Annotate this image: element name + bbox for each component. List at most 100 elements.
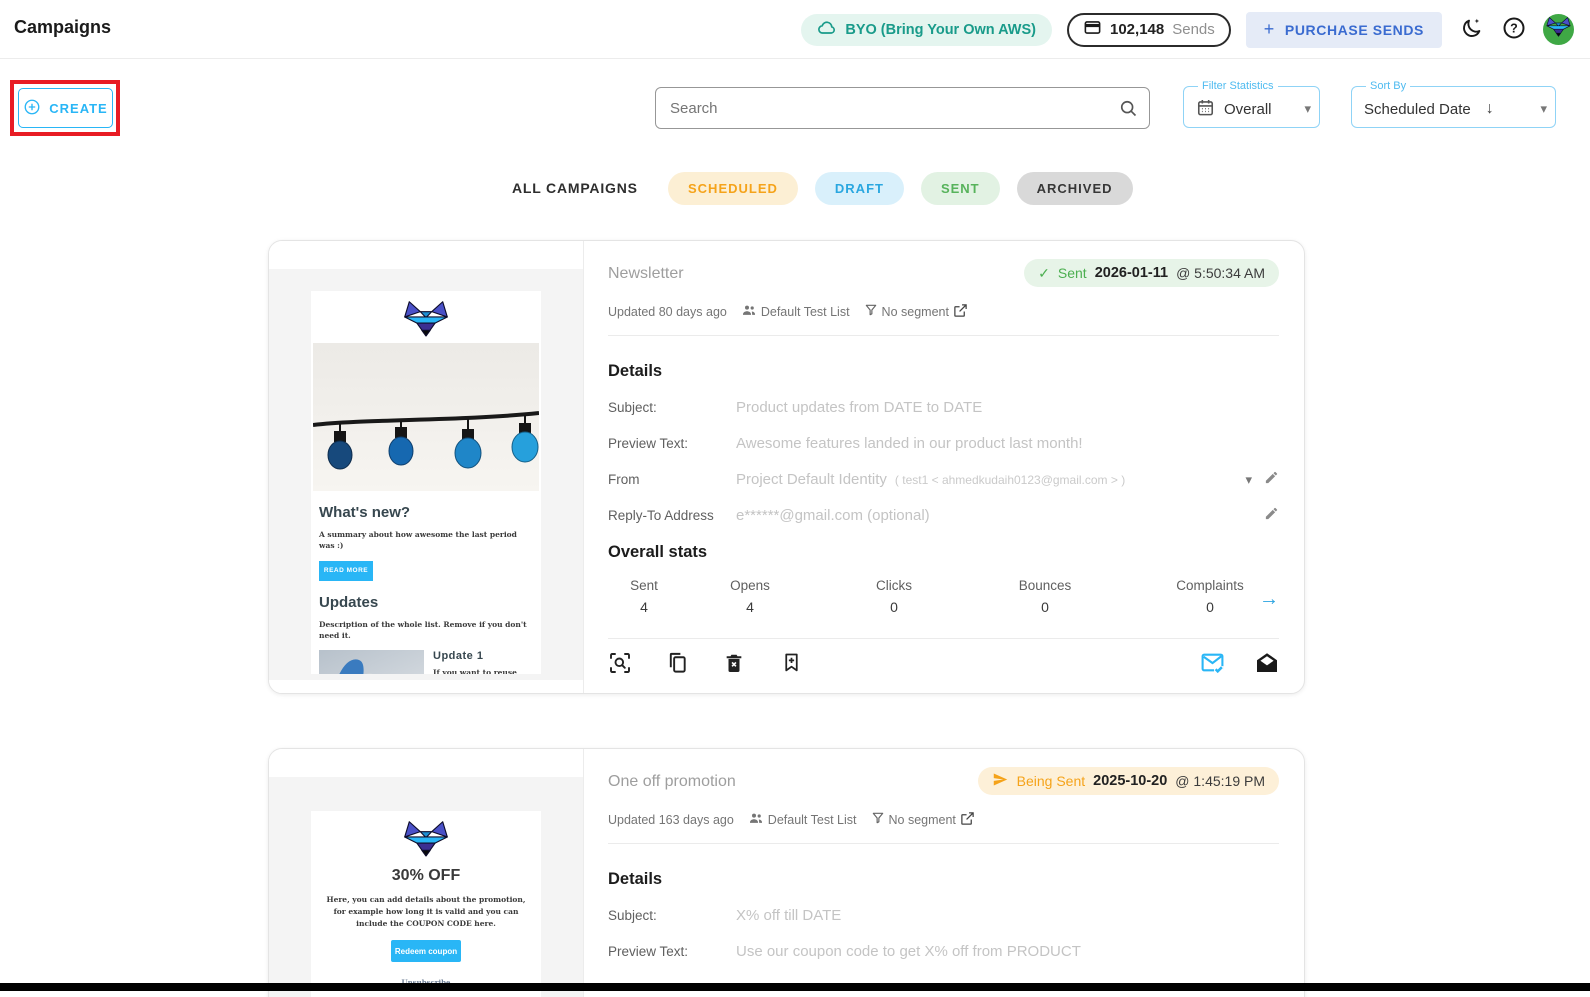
filter-statistics-value: Overall bbox=[1224, 100, 1272, 118]
opened-mail-button[interactable] bbox=[1255, 652, 1279, 676]
email-text: Here, you can add details about the prom… bbox=[326, 895, 526, 928]
create-button[interactable]: CREATE bbox=[18, 88, 113, 128]
purchase-sends-button[interactable]: + PURCHASE SENDS bbox=[1245, 11, 1442, 48]
sort-by-value: Scheduled Date bbox=[1364, 100, 1471, 118]
stat-label: Clicks bbox=[876, 578, 912, 593]
arrow-down-icon[interactable]: ↓ bbox=[1486, 100, 1494, 118]
email-thumbnail-pane[interactable]: What's new? A summary about how awesome … bbox=[269, 241, 584, 693]
user-avatar[interactable] bbox=[1543, 14, 1574, 45]
subject-value[interactable]: X% off till DATE bbox=[736, 907, 841, 924]
stat-label: Opens bbox=[730, 578, 770, 593]
header-right-group: BYO (Bring Your Own AWS) 102,148 Sends +… bbox=[801, 0, 1574, 59]
purchase-sends-label: PURCHASE SENDS bbox=[1284, 21, 1424, 38]
edit-pencil-icon[interactable] bbox=[1264, 470, 1279, 490]
campaign-details-pane: One off promotion Being Sent 2025-10-20 … bbox=[585, 749, 1304, 997]
segment-name: No segment bbox=[888, 812, 956, 827]
replyto-value[interactable]: e******@gmail.com (optional) bbox=[736, 507, 930, 524]
email-text: Description of the whole list. Remove if… bbox=[319, 619, 527, 640]
credit-card-icon bbox=[1083, 18, 1102, 42]
app-header: Campaigns BYO (Bring Your Own AWS) 102,1… bbox=[0, 0, 1590, 59]
filter-statistics-select[interactable]: Filter Statistics Overall ▾ bbox=[1183, 80, 1320, 128]
stat-label: Bounces bbox=[1018, 578, 1072, 593]
campaign-meta-row: Updated 163 days ago Default Test List N… bbox=[608, 810, 1279, 829]
update-photo bbox=[319, 650, 424, 674]
tab-draft[interactable]: DRAFT bbox=[814, 172, 904, 205]
tab-sent[interactable]: SENT bbox=[920, 172, 1000, 205]
updated-text: Updated 80 days ago bbox=[608, 304, 727, 319]
save-as-template-button[interactable] bbox=[779, 652, 803, 676]
preview-text-value[interactable]: Use our coupon code to get X% off from P… bbox=[736, 943, 1081, 960]
from-label: From bbox=[608, 472, 640, 487]
chevron-down-icon: ▾ bbox=[1540, 101, 1547, 116]
edit-pencil-icon[interactable] bbox=[1264, 506, 1279, 526]
search-input[interactable] bbox=[655, 87, 1150, 129]
funnel-icon bbox=[871, 811, 885, 828]
email-heading: Updates bbox=[319, 593, 379, 611]
subject-value[interactable]: Product updates from DATE to DATE bbox=[736, 399, 982, 416]
segment-name: No segment bbox=[881, 304, 949, 319]
redeem-coupon-button: Redeem coupon bbox=[391, 940, 461, 962]
duplicate-campaign-button[interactable] bbox=[665, 652, 689, 676]
email-thumbnail-pane[interactable]: 30% OFF Here, you can add details about … bbox=[269, 749, 584, 997]
delete-campaign-button[interactable] bbox=[722, 652, 746, 676]
email-update-text: If you want to reuse this whole item, el… bbox=[433, 668, 517, 674]
sends-count: 102,148 bbox=[1110, 21, 1165, 38]
from-address-value: ( test1 < ahmedkudaih0123@gmail.com > ) bbox=[894, 472, 1126, 487]
subject-label: Subject: bbox=[608, 400, 657, 415]
status-badge: Being Sent 2025-10-20 @ 1:45:19 PM bbox=[977, 767, 1279, 795]
sends-count-label: Sends bbox=[1172, 21, 1215, 38]
dark-mode-toggle[interactable] bbox=[1457, 16, 1485, 44]
updated-text: Updated 163 days ago bbox=[608, 812, 734, 827]
fox-logo-icon bbox=[1546, 16, 1571, 43]
byo-badge: BYO (Bring Your Own AWS) bbox=[801, 13, 1052, 46]
campaign-title: One off promotion bbox=[608, 773, 736, 790]
preview-text-label: Preview Text: bbox=[608, 944, 689, 959]
preview-text-label: Preview Text: bbox=[608, 436, 689, 451]
email-update-heading: Update 1 bbox=[433, 650, 484, 662]
email-preview-promotion: 30% OFF Here, you can add details about … bbox=[311, 811, 541, 997]
delivery-report-button[interactable] bbox=[1200, 652, 1224, 676]
status-label: Sent bbox=[1057, 265, 1087, 281]
help-icon: ? bbox=[1502, 16, 1526, 43]
status-label: Being Sent bbox=[1016, 773, 1086, 789]
stats-detail-arrow-icon[interactable]: → bbox=[1259, 588, 1279, 611]
moon-star-icon bbox=[1460, 17, 1483, 43]
from-identity-value[interactable]: Project Default Identity bbox=[736, 471, 887, 488]
status-date: 2026-01-11 bbox=[1094, 265, 1169, 281]
preview-text-value[interactable]: Awesome features landed in our product l… bbox=[736, 435, 1083, 452]
status-time: @ 1:45:19 PM bbox=[1175, 773, 1265, 789]
external-link-icon[interactable] bbox=[960, 811, 975, 829]
cloud-icon bbox=[817, 18, 837, 42]
sends-counter: 102,148 Sends bbox=[1067, 12, 1231, 47]
tab-archived[interactable]: ARCHIVED bbox=[1016, 172, 1133, 205]
replyto-label: Reply-To Address bbox=[608, 508, 714, 523]
people-icon bbox=[741, 302, 757, 321]
status-date: 2025-10-20 bbox=[1093, 773, 1168, 789]
open-envelope-icon bbox=[1255, 651, 1279, 678]
preview-campaign-button[interactable] bbox=[608, 652, 632, 676]
tab-scheduled[interactable]: SCHEDULED bbox=[668, 172, 798, 205]
svg-text:?: ? bbox=[1510, 21, 1518, 35]
tab-all-campaigns[interactable]: ALL CAMPAIGNS bbox=[512, 180, 638, 196]
send-icon bbox=[992, 771, 1009, 791]
divider bbox=[608, 335, 1279, 336]
filter-statistics-label: Filter Statistics bbox=[1202, 80, 1274, 92]
stat-label: Sent bbox=[630, 578, 658, 593]
help-button[interactable]: ? bbox=[1500, 16, 1528, 44]
divider bbox=[608, 843, 1279, 844]
people-icon bbox=[748, 810, 764, 829]
sort-by-select[interactable]: Sort By Scheduled Date ↓ ▾ bbox=[1351, 80, 1556, 128]
check-icon: ✓ bbox=[1038, 264, 1050, 281]
envelope-check-icon bbox=[1200, 650, 1225, 678]
stat-label: Complaints bbox=[1176, 578, 1244, 593]
calendar-icon bbox=[1196, 98, 1215, 121]
window-bottom-edge bbox=[0, 983, 1590, 991]
status-time: @ 5:50:34 AM bbox=[1176, 265, 1265, 281]
external-link-icon[interactable] bbox=[953, 303, 968, 321]
chevron-down-icon[interactable]: ▾ bbox=[1245, 472, 1252, 488]
details-heading: Details bbox=[608, 870, 663, 888]
copy-icon bbox=[666, 651, 689, 677]
details-heading: Details bbox=[608, 362, 663, 380]
campaign-filter-tabs: ALL CAMPAIGNS SCHEDULED DRAFT SENT ARCHI… bbox=[0, 172, 1590, 206]
search-icon bbox=[1118, 98, 1138, 123]
